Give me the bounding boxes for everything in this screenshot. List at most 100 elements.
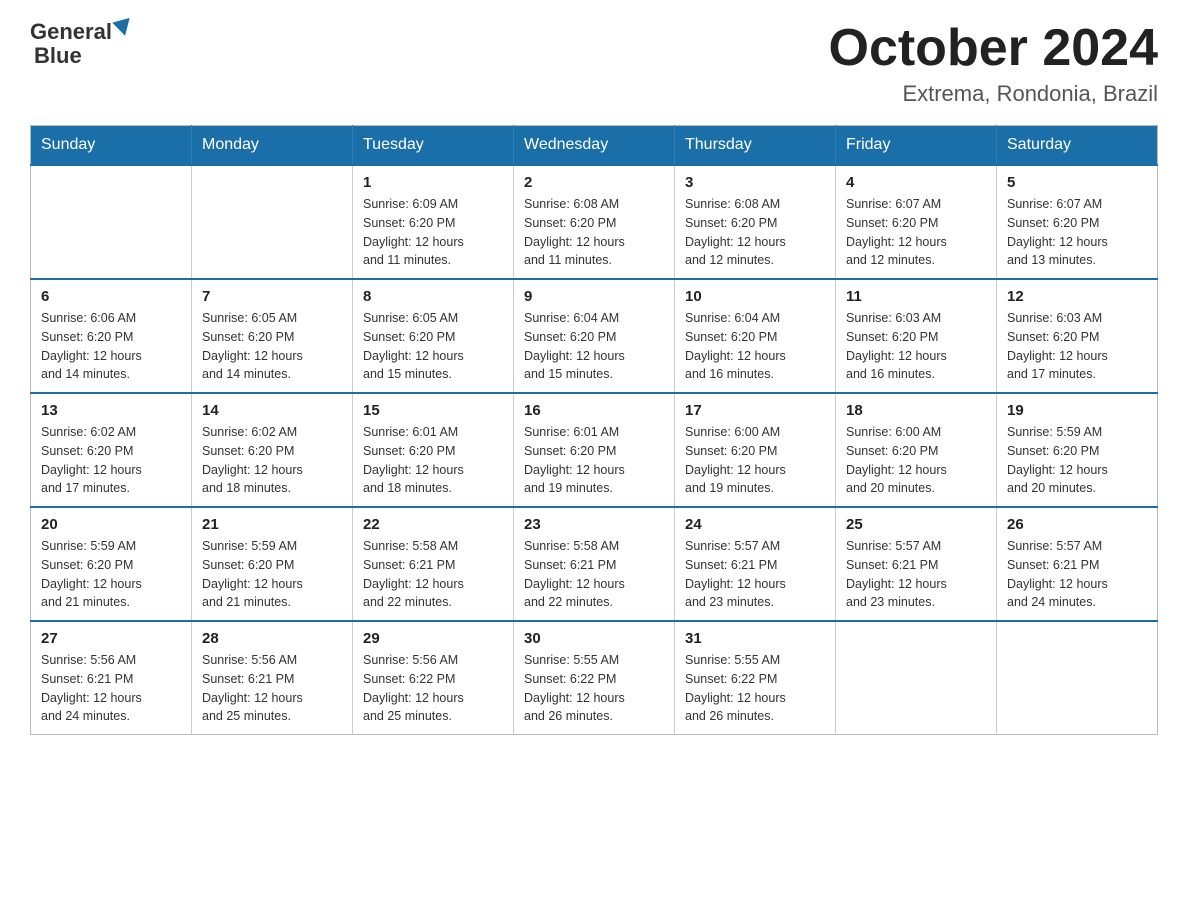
day-number: 27 [41,630,181,647]
day-number: 25 [846,516,986,533]
day-info: Sunrise: 5:55 AMSunset: 6:22 PMDaylight:… [524,651,664,726]
logo: General Blue [30,20,132,68]
weekday-header-sunday: Sunday [31,126,192,166]
logo-triangle-icon [112,18,134,38]
calendar-cell: 27 Sunrise: 5:56 AMSunset: 6:21 PMDayligh… [31,621,192,735]
day-info: Sunrise: 5:58 AMSunset: 6:21 PMDaylight:… [363,537,503,612]
week-row-2: 6 Sunrise: 6:06 AMSunset: 6:20 PMDaylight… [31,279,1158,393]
day-number: 29 [363,630,503,647]
calendar-cell: 11 Sunrise: 6:03 AMSunset: 6:20 PMDayligh… [836,279,997,393]
calendar-cell: 18 Sunrise: 6:00 AMSunset: 6:20 PMDayligh… [836,393,997,507]
day-info: Sunrise: 5:56 AMSunset: 6:21 PMDaylight:… [202,651,342,726]
day-info: Sunrise: 5:57 AMSunset: 6:21 PMDaylight:… [685,537,825,612]
calendar-cell: 10Sunrise: 6:04 AMSunset: 6:20 PMDayligh… [675,279,836,393]
weekday-header-wednesday: Wednesday [514,126,675,166]
calendar-cell: 22 Sunrise: 5:58 AMSunset: 6:21 PMDayligh… [353,507,514,621]
calendar-cell: 4Sunrise: 6:07 AMSunset: 6:20 PMDaylight… [836,165,997,279]
day-info: Sunrise: 6:03 AMSunset: 6:20 PMDaylight:… [1007,309,1147,384]
calendar-cell: 19 Sunrise: 5:59 AMSunset: 6:20 PMDayligh… [997,393,1158,507]
day-info: Sunrise: 6:07 AMSunset: 6:20 PMDaylight:… [1007,195,1147,270]
weekday-header-row: SundayMondayTuesdayWednesdayThursdayFrid… [31,126,1158,166]
day-number: 22 [363,516,503,533]
day-info: Sunrise: 6:00 AMSunset: 6:20 PMDaylight:… [685,423,825,498]
calendar-cell: 9 Sunrise: 6:04 AMSunset: 6:20 PMDaylight… [514,279,675,393]
day-info: Sunrise: 5:59 AMSunset: 6:20 PMDaylight:… [202,537,342,612]
day-info: Sunrise: 6:06 AMSunset: 6:20 PMDaylight:… [41,309,181,384]
location-title: Extrema, Rondonia, Brazil [829,81,1159,107]
calendar-cell [836,621,997,735]
day-number: 26 [1007,516,1147,533]
day-number: 6 [41,288,181,305]
day-info: Sunrise: 6:08 AMSunset: 6:20 PMDaylight:… [685,195,825,270]
day-info: Sunrise: 6:00 AMSunset: 6:20 PMDaylight:… [846,423,986,498]
day-number: 28 [202,630,342,647]
calendar-cell: 30 Sunrise: 5:55 AMSunset: 6:22 PMDayligh… [514,621,675,735]
day-number: 12 [1007,288,1147,305]
day-info: Sunrise: 5:57 AMSunset: 6:21 PMDaylight:… [1007,537,1147,612]
day-number: 31 [685,630,825,647]
logo-blue: Blue [34,44,82,68]
day-info: Sunrise: 5:59 AMSunset: 6:20 PMDaylight:… [41,537,181,612]
day-number: 13 [41,402,181,419]
day-number: 3 [685,174,825,191]
day-number: 30 [524,630,664,647]
day-number: 7 [202,288,342,305]
day-info: Sunrise: 6:08 AMSunset: 6:20 PMDaylight:… [524,195,664,270]
page-header: General Blue October 2024 Extrema, Rondo… [30,20,1158,107]
weekday-header-tuesday: Tuesday [353,126,514,166]
day-number: 24 [685,516,825,533]
calendar-cell: 15Sunrise: 6:01 AMSunset: 6:20 PMDayligh… [353,393,514,507]
calendar-cell: 12 Sunrise: 6:03 AMSunset: 6:20 PMDayligh… [997,279,1158,393]
day-info: Sunrise: 5:56 AMSunset: 6:21 PMDaylight:… [41,651,181,726]
day-number: 11 [846,288,986,305]
day-info: Sunrise: 6:01 AMSunset: 6:20 PMDaylight:… [524,423,664,498]
calendar-table: SundayMondayTuesdayWednesdayThursdayFrid… [30,125,1158,735]
calendar-cell: 26 Sunrise: 5:57 AMSunset: 6:21 PMDayligh… [997,507,1158,621]
day-info: Sunrise: 5:55 AMSunset: 6:22 PMDaylight:… [685,651,825,726]
day-number: 16 [524,402,664,419]
day-number: 5 [1007,174,1147,191]
week-row-3: 13 Sunrise: 6:02 AMSunset: 6:20 PMDayligh… [31,393,1158,507]
calendar-cell: 24 Sunrise: 5:57 AMSunset: 6:21 PMDayligh… [675,507,836,621]
calendar-cell: 20 Sunrise: 5:59 AMSunset: 6:20 PMDayligh… [31,507,192,621]
title-block: October 2024 Extrema, Rondonia, Brazil [829,20,1159,107]
day-info: Sunrise: 5:58 AMSunset: 6:21 PMDaylight:… [524,537,664,612]
day-info: Sunrise: 6:05 AMSunset: 6:20 PMDaylight:… [202,309,342,384]
calendar-cell: 5 Sunrise: 6:07 AMSunset: 6:20 PMDaylight… [997,165,1158,279]
calendar-cell: 16 Sunrise: 6:01 AMSunset: 6:20 PMDayligh… [514,393,675,507]
day-info: Sunrise: 5:59 AMSunset: 6:20 PMDaylight:… [1007,423,1147,498]
day-number: 8 [363,288,503,305]
day-number: 18 [846,402,986,419]
calendar-cell: 13Sunrise: 6:02 AMSunset: 6:20 PMDayligh… [31,393,192,507]
day-info: Sunrise: 5:56 AMSunset: 6:22 PMDaylight:… [363,651,503,726]
month-title: October 2024 [829,20,1159,77]
day-number: 21 [202,516,342,533]
week-row-4: 20 Sunrise: 5:59 AMSunset: 6:20 PMDayligh… [31,507,1158,621]
day-info: Sunrise: 6:02 AMSunset: 6:20 PMDaylight:… [202,423,342,498]
calendar-cell: 7 Sunrise: 6:05 AMSunset: 6:20 PMDaylight… [192,279,353,393]
day-number: 15 [363,402,503,419]
day-number: 19 [1007,402,1147,419]
calendar-cell: 1Sunrise: 6:09 AMSunset: 6:20 PMDaylight… [353,165,514,279]
day-number: 23 [524,516,664,533]
calendar-cell: 25 Sunrise: 5:57 AMSunset: 6:21 PMDayligh… [836,507,997,621]
day-number: 9 [524,288,664,305]
day-number: 20 [41,516,181,533]
calendar-cell: 3 Sunrise: 6:08 AMSunset: 6:20 PMDaylight… [675,165,836,279]
day-info: Sunrise: 6:05 AMSunset: 6:20 PMDaylight:… [363,309,503,384]
weekday-header-monday: Monday [192,126,353,166]
calendar-cell: 8 Sunrise: 6:05 AMSunset: 6:20 PMDaylight… [353,279,514,393]
day-number: 4 [846,174,986,191]
calendar-cell: 2Sunrise: 6:08 AMSunset: 6:20 PMDaylight… [514,165,675,279]
day-info: Sunrise: 5:57 AMSunset: 6:21 PMDaylight:… [846,537,986,612]
day-info: Sunrise: 6:03 AMSunset: 6:20 PMDaylight:… [846,309,986,384]
calendar-cell [192,165,353,279]
calendar-cell: 6 Sunrise: 6:06 AMSunset: 6:20 PMDaylight… [31,279,192,393]
weekday-header-saturday: Saturday [997,126,1158,166]
weekday-header-friday: Friday [836,126,997,166]
day-number: 1 [363,174,503,191]
day-info: Sunrise: 6:04 AMSunset: 6:20 PMDaylight:… [524,309,664,384]
logo-general: General [30,20,112,44]
calendar-cell: 21 Sunrise: 5:59 AMSunset: 6:20 PMDayligh… [192,507,353,621]
calendar-cell: 29 Sunrise: 5:56 AMSunset: 6:22 PMDayligh… [353,621,514,735]
